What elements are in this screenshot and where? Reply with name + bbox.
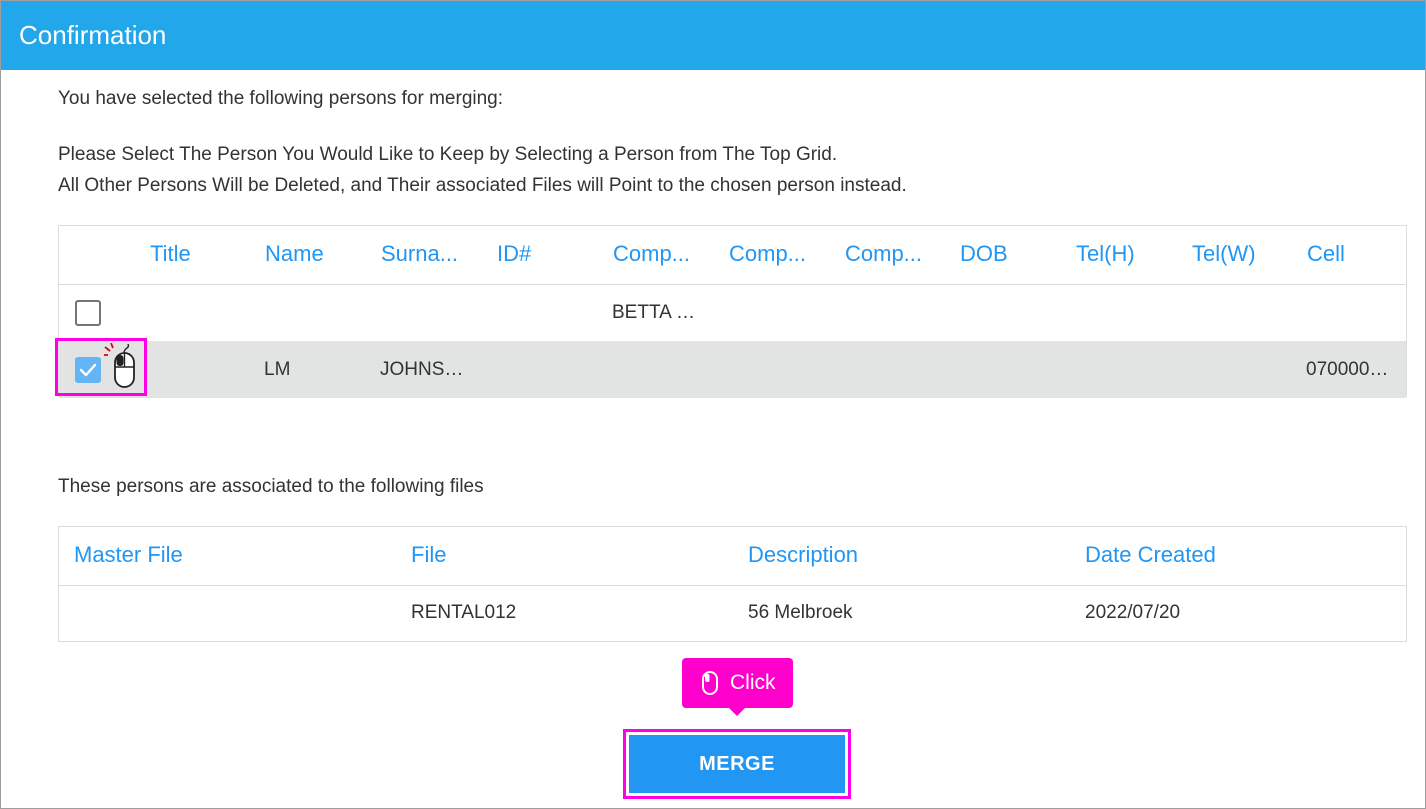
persons-grid-header: Title Name Surna... ID# Comp... Comp... … [59, 226, 1406, 285]
row-comp-cell: BETTA … [612, 302, 696, 323]
table-row[interactable]: BETTA … [59, 284, 1406, 342]
dialog-title: Confirmation [19, 20, 167, 50]
merge-button[interactable]: MERGE [629, 735, 845, 793]
column-header-comp-1[interactable]: Comp... [613, 241, 690, 267]
column-header-dob[interactable]: DOB [960, 241, 1008, 267]
row-checkbox[interactable] [75, 300, 101, 326]
files-section-label: These persons are associated to the foll… [58, 476, 484, 497]
date-created-cell: 2022/07/20 [1085, 602, 1181, 623]
intro-text: You have selected the following persons … [58, 88, 504, 109]
warning-text: All Other Persons Will be Deleted, and T… [58, 175, 907, 196]
mouse-icon [702, 671, 718, 695]
column-header-master-file[interactable]: Master File [74, 542, 183, 568]
confirmation-dialog: Confirmation You have selected the follo… [0, 0, 1426, 809]
column-header-tel-home[interactable]: Tel(H) [1076, 241, 1135, 267]
column-header-date-created[interactable]: Date Created [1085, 542, 1216, 568]
column-header-title[interactable]: Title [150, 241, 191, 267]
column-header-description[interactable]: Description [748, 542, 858, 568]
column-header-file[interactable]: File [411, 542, 446, 568]
row-surname-cell: JOHNS… [380, 359, 464, 380]
description-cell: 56 Melbroek [748, 602, 853, 623]
row-cell-phone-cell: 070000… [1306, 359, 1389, 380]
column-header-name[interactable]: Name [265, 241, 324, 267]
column-header-surname[interactable]: Surna... [381, 241, 458, 267]
tooltip-arrow [729, 708, 745, 716]
column-header-cell[interactable]: Cell [1307, 241, 1345, 267]
mouse-click-icon [104, 343, 135, 388]
dialog-titlebar: Confirmation [1, 1, 1425, 70]
files-grid: Master File File Description Date Create… [58, 526, 1407, 642]
row-name-cell: LM [264, 359, 291, 380]
column-header-comp-2[interactable]: Comp... [729, 241, 806, 267]
click-tooltip: Click [682, 658, 793, 716]
table-row-selected[interactable]: LM JOHNS… 070000… [59, 341, 1406, 398]
column-header-tel-work[interactable]: Tel(W) [1192, 241, 1256, 267]
tooltip-label: Click [730, 671, 776, 694]
instruction-text: Please Select The Person You Would Like … [58, 144, 838, 165]
persons-grid: Title Name Surna... ID# Comp... Comp... … [58, 225, 1407, 398]
column-header-comp-3[interactable]: Comp... [845, 241, 922, 267]
files-grid-header: Master File File Description Date Create… [59, 527, 1406, 586]
column-header-id[interactable]: ID# [497, 241, 531, 267]
file-cell: RENTAL012 [411, 602, 517, 623]
